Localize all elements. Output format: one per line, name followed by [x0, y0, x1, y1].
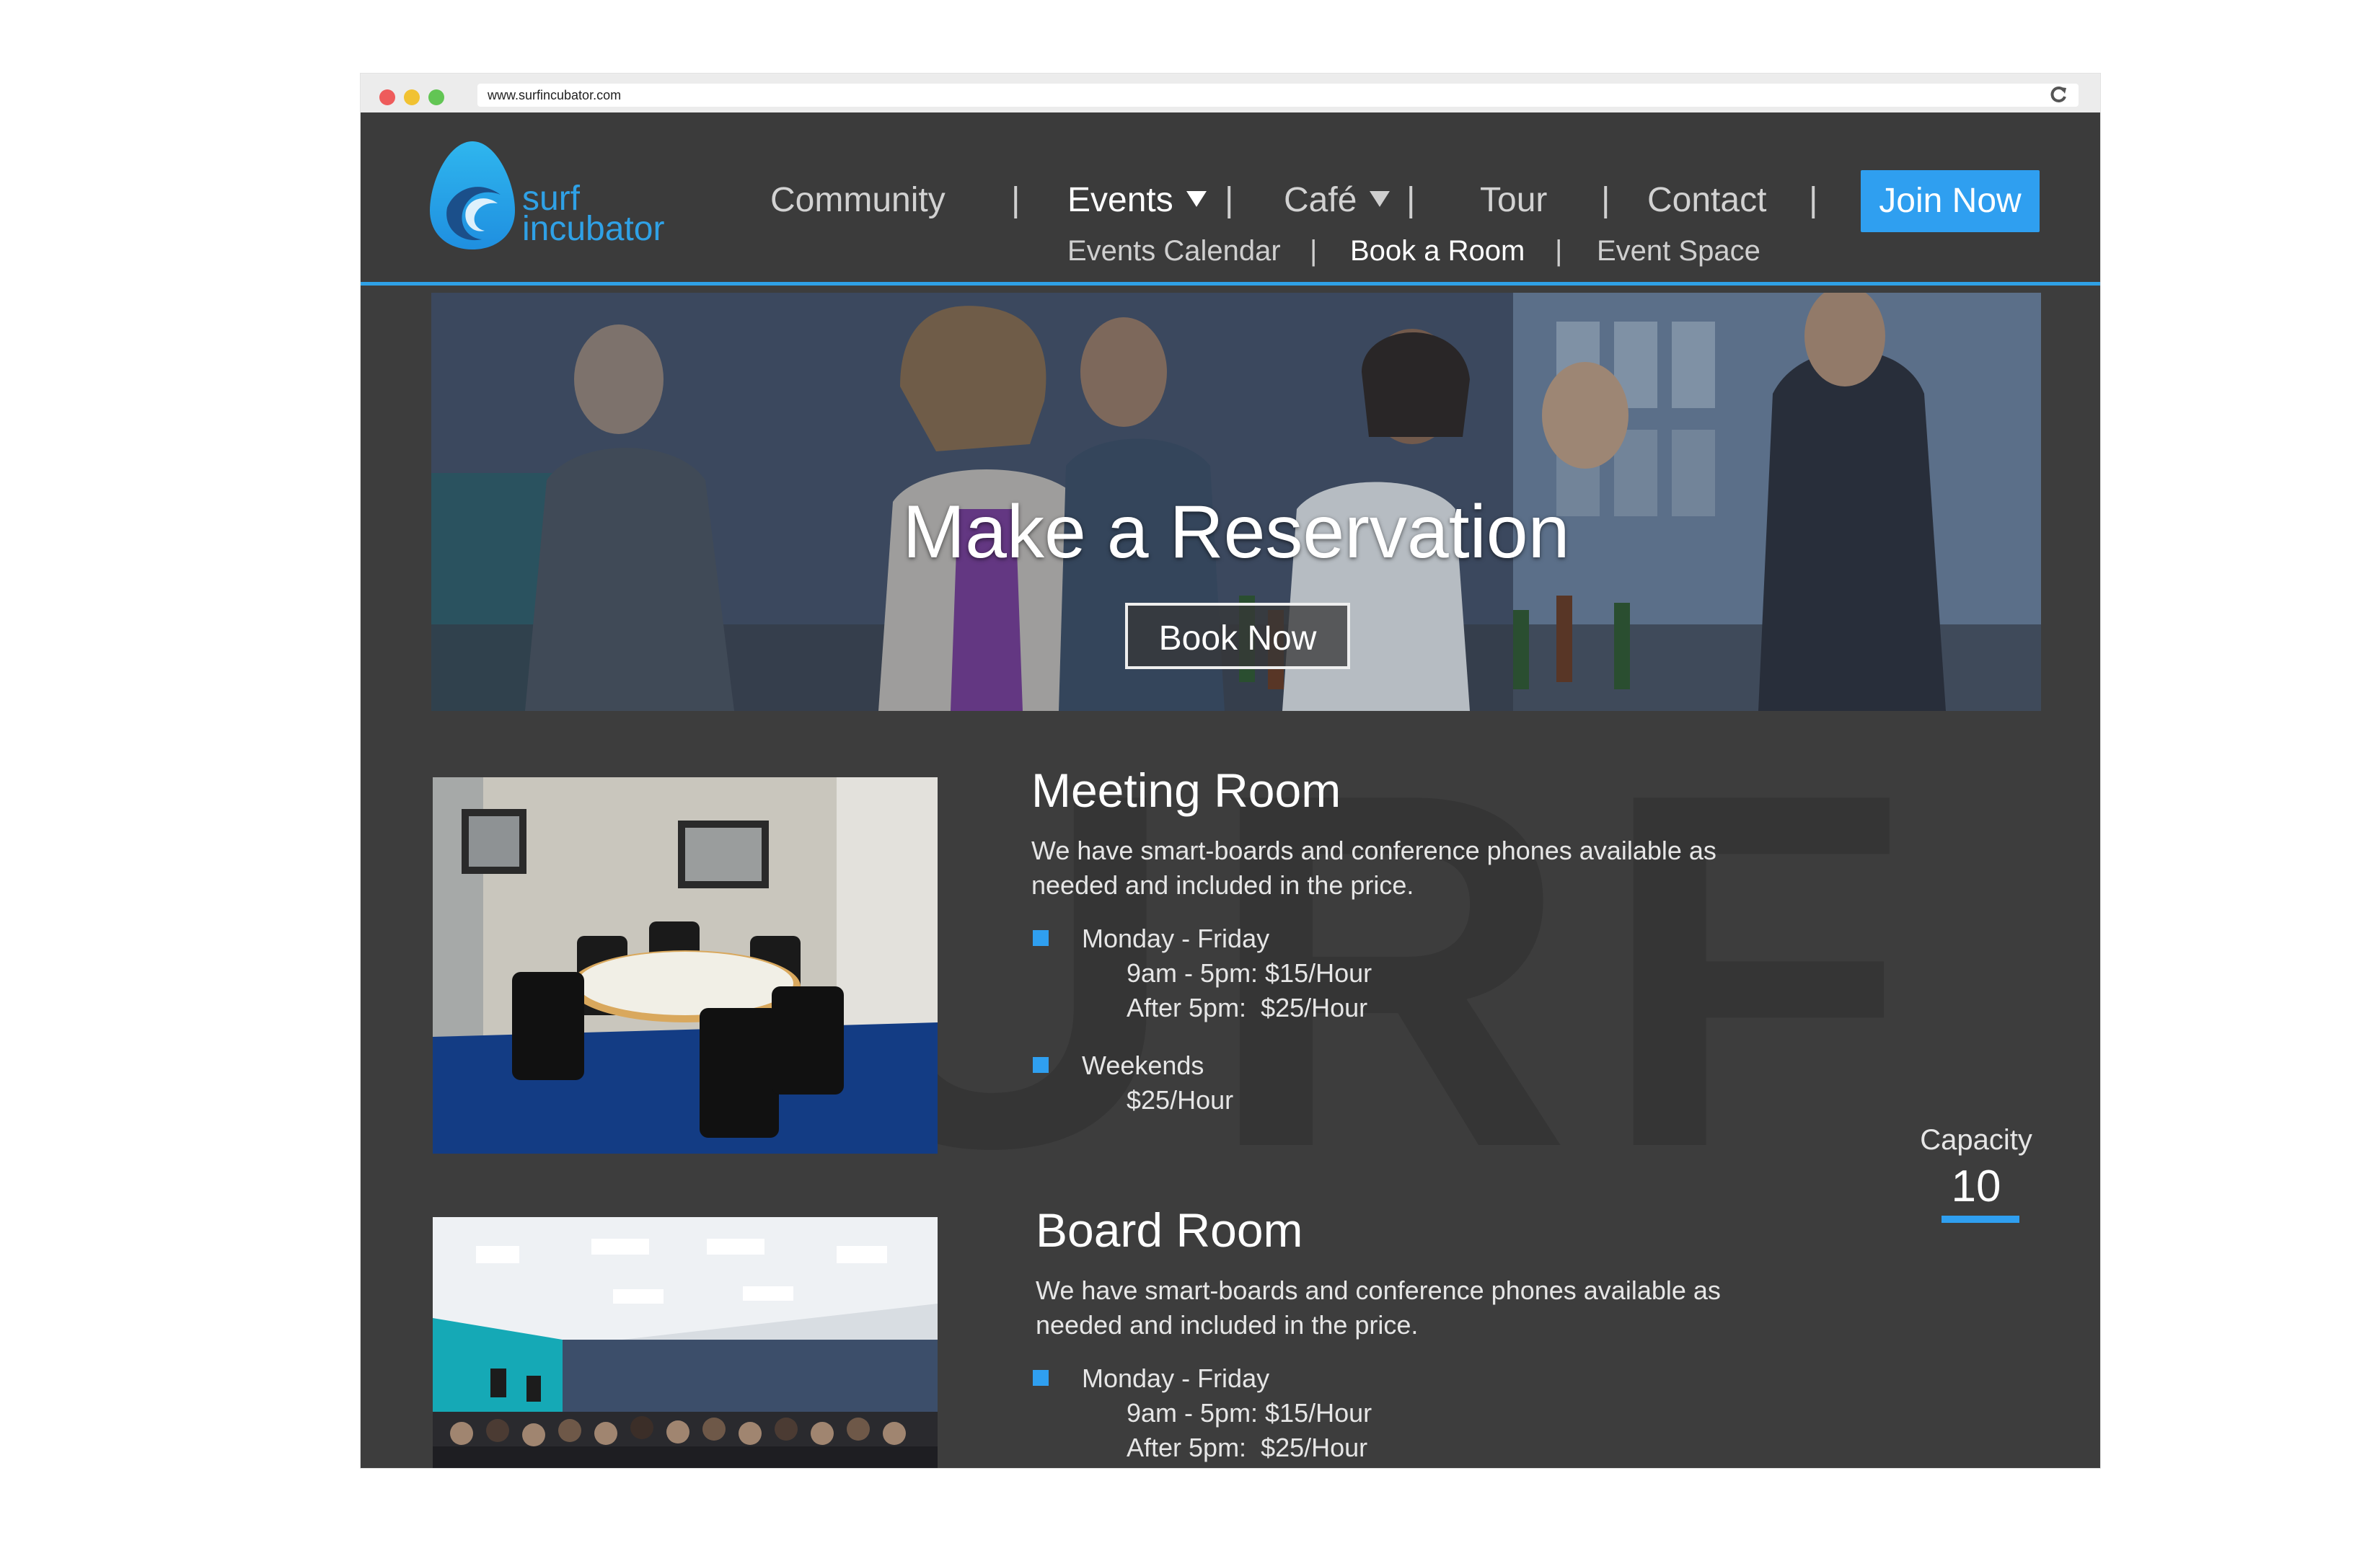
site-header: surf incubator Community | Events | Café…	[361, 112, 2100, 286]
nav-item-events-label: Events	[1067, 181, 1173, 219]
reload-icon[interactable]	[2050, 85, 2068, 104]
hero-title: Make a Reservation	[902, 490, 1570, 574]
nav-separator: |	[1601, 181, 1610, 219]
meeting-room-weekday-rate-evening: After 5pm: $25/Hour	[1127, 993, 1368, 1022]
board-room-description: We have smart-boards and conference phon…	[1036, 1275, 1721, 1340]
address-bar-url: www.surfincubator.com	[488, 88, 622, 102]
board-room-weekday-rate-evening: After 5pm: $25/Hour	[1127, 1433, 1368, 1462]
website: surf incubator Community | Events | Café…	[361, 112, 2100, 1468]
square-bullet-icon	[1033, 930, 1049, 946]
nav-separator: |	[1225, 181, 1234, 219]
nav-separator: |	[1011, 181, 1021, 219]
book-now-button[interactable]: Book Now	[1125, 603, 1350, 669]
subnav-item-events-calendar[interactable]: Events Calendar	[1067, 234, 1281, 268]
board-room-weekday-label: Monday - Friday	[1082, 1363, 1270, 1393]
nav-item-contact[interactable]: Contact	[1647, 180, 1766, 221]
nav-item-tour[interactable]: Tour	[1480, 180, 1547, 221]
subnav-item-event-space[interactable]: Event Space	[1597, 234, 1760, 268]
hero-banner: Make a Reservation Book Now	[431, 293, 2041, 711]
square-bullet-icon	[1033, 1370, 1049, 1386]
nav-item-cafe[interactable]: Café	[1284, 180, 1390, 221]
nav-item-community[interactable]: Community	[770, 180, 946, 221]
subnav-separator: |	[1555, 235, 1563, 267]
nav-item-events[interactable]: Events	[1067, 180, 1207, 221]
meeting-room-description: We have smart-boards and conference phon…	[1031, 836, 1716, 900]
meeting-room-weekday-rate-day: 9am - 5pm: $15/Hour	[1127, 958, 1372, 988]
subnav-separator: |	[1310, 235, 1318, 267]
logo-text-incubator: incubator	[522, 210, 665, 248]
address-bar[interactable]: www.surfincubator.com	[477, 84, 2079, 107]
meeting-room-weekend-rate: $25/Hour	[1127, 1085, 1234, 1115]
subnav-item-book-a-room[interactable]: Book a Room	[1350, 234, 1525, 268]
capacity-underline	[1942, 1216, 2019, 1223]
browser-window: www.surfincubator.com surf incubator Com…	[361, 74, 2100, 1468]
minimize-window-button[interactable]	[404, 89, 420, 105]
board-room-title: Board Room	[1036, 1203, 1303, 1257]
meeting-room-weekday-label: Monday - Friday	[1082, 924, 1270, 953]
nav-separator: |	[1406, 181, 1416, 219]
meeting-room-title: Meeting Room	[1031, 764, 1341, 817]
maximize-window-button[interactable]	[428, 89, 444, 105]
site-logo[interactable]: surf incubator	[426, 138, 685, 254]
capacity-label: Capacity	[1920, 1124, 2032, 1156]
caret-down-icon	[1186, 191, 1207, 207]
surf-egg-logo-icon	[430, 141, 515, 249]
board-room-photo	[433, 1217, 938, 1468]
square-bullet-icon	[1033, 1057, 1049, 1073]
browser-toolbar: www.surfincubator.com	[361, 74, 2100, 113]
nav-item-cafe-label: Café	[1284, 181, 1357, 219]
join-now-button[interactable]: Join Now	[1861, 170, 2040, 232]
board-room-weekday-rate-day: 9am - 5pm: $15/Hour	[1127, 1398, 1372, 1428]
close-window-button[interactable]	[379, 89, 395, 105]
capacity-value: 10	[1951, 1162, 2001, 1211]
meeting-room-photo	[433, 777, 938, 1154]
meeting-room-weekend-label: Weekends	[1082, 1051, 1204, 1080]
nav-separator: |	[1809, 181, 1818, 219]
caret-down-icon	[1370, 191, 1390, 207]
